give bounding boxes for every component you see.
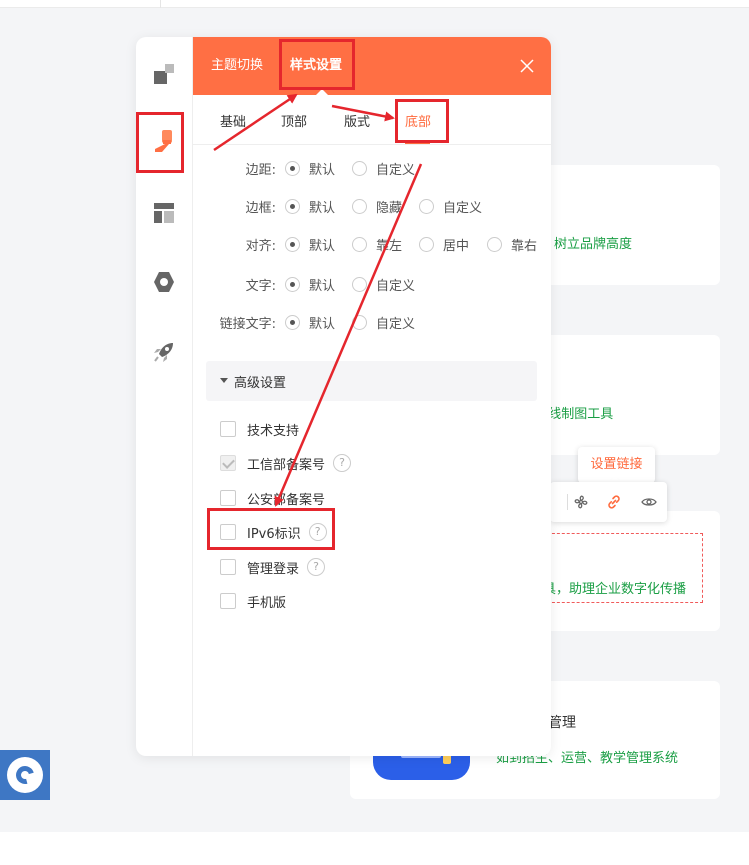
ipv6-checkbox[interactable]: IPv6标识 ? xyxy=(220,522,327,542)
align-right-radio[interactable]: 靠右 xyxy=(487,235,537,254)
align-label: 对齐: xyxy=(245,239,276,254)
bottom-bar xyxy=(0,832,749,865)
layers-icon[interactable] xyxy=(150,60,178,88)
admin-login-checkbox[interactable]: 管理登录 ? xyxy=(220,557,326,577)
text-default-radio[interactable]: 默认 xyxy=(285,275,335,294)
align-left-radio[interactable]: 靠左 xyxy=(352,235,402,254)
mobile-version-checkbox[interactable]: 手机版 xyxy=(220,591,286,611)
margin-custom-radio[interactable]: 自定义 xyxy=(352,159,415,178)
link-text-row: 链接文字: xyxy=(196,313,276,333)
tab-bottom[interactable]: 底部 xyxy=(405,111,431,130)
border-row: 边框: xyxy=(196,197,276,217)
rocket-icon[interactable] xyxy=(150,338,178,366)
miit-record-checkbox[interactable]: 工信部备案号 ? xyxy=(220,453,352,473)
text-custom-radio[interactable]: 自定义 xyxy=(352,275,415,294)
floating-logo-button[interactable] xyxy=(0,750,50,800)
sub-tabs: 基础 顶部 版式 底部 xyxy=(193,95,551,145)
fan-icon[interactable] xyxy=(571,492,591,512)
advanced-settings-toggle[interactable]: 高级设置 xyxy=(206,361,537,401)
margin-row: 边距: xyxy=(196,159,276,179)
caret-down-icon xyxy=(220,378,228,383)
align-row: 对齐: xyxy=(196,235,276,255)
side-rail xyxy=(136,37,193,756)
tab-top[interactable]: 顶部 xyxy=(281,111,307,130)
active-tab-indicator xyxy=(405,142,430,144)
settings-panel: 主题切换 样式设置 基础 顶部 版式 底部 边距: 默认 自定义 边框: 默认 … xyxy=(136,37,551,756)
card-title: 管理 xyxy=(548,715,576,731)
link-text-custom-radio[interactable]: 自定义 xyxy=(352,313,415,332)
border-label: 边框: xyxy=(245,201,276,216)
align-center-radio[interactable]: 居中 xyxy=(419,235,469,254)
border-default-radio[interactable]: 默认 xyxy=(285,197,335,216)
border-custom-radio[interactable]: 自定义 xyxy=(419,197,482,216)
eye-icon[interactable] xyxy=(639,492,659,512)
brush-icon[interactable] xyxy=(150,127,178,155)
layout-icon[interactable] xyxy=(150,199,178,227)
text-row: 文字: xyxy=(196,275,276,295)
tab-layout[interactable]: 版式 xyxy=(344,111,370,130)
link-text-label: 链接文字: xyxy=(219,317,276,332)
panel-header: 主题切换 样式设置 xyxy=(193,37,551,95)
set-link-tooltip: 设置链接 xyxy=(578,447,655,483)
card-description: 树立品牌高度 xyxy=(554,237,633,252)
tech-support-checkbox[interactable]: 技术支持 xyxy=(220,419,299,439)
link-icon[interactable] xyxy=(604,492,624,512)
align-default-radio[interactable]: 默认 xyxy=(285,235,335,254)
link-text-default-radio[interactable]: 默认 xyxy=(285,313,335,332)
margin-label: 边距: xyxy=(245,163,276,178)
border-hide-radio[interactable]: 隐藏 xyxy=(352,197,402,216)
top-bar xyxy=(0,0,749,8)
element-toolbar xyxy=(550,482,667,522)
help-icon[interactable]: ? xyxy=(308,523,327,541)
tab-theme-switch[interactable]: 主题切换 xyxy=(211,37,263,95)
margin-default-radio[interactable]: 默认 xyxy=(285,159,335,178)
tab-basic[interactable]: 基础 xyxy=(220,111,246,130)
hexagon-icon[interactable] xyxy=(150,268,178,296)
help-icon[interactable]: ? xyxy=(307,558,326,576)
help-icon[interactable]: ? xyxy=(333,454,352,472)
card-description: 具，助理企业数字化传播 xyxy=(543,582,687,597)
close-icon[interactable] xyxy=(519,58,535,74)
text-label: 文字: xyxy=(245,279,276,294)
tab-style-settings[interactable]: 样式设置 xyxy=(290,37,342,95)
advanced-settings-title: 高级设置 xyxy=(234,376,287,391)
police-record-checkbox[interactable]: 公安部备案号 xyxy=(220,488,325,508)
